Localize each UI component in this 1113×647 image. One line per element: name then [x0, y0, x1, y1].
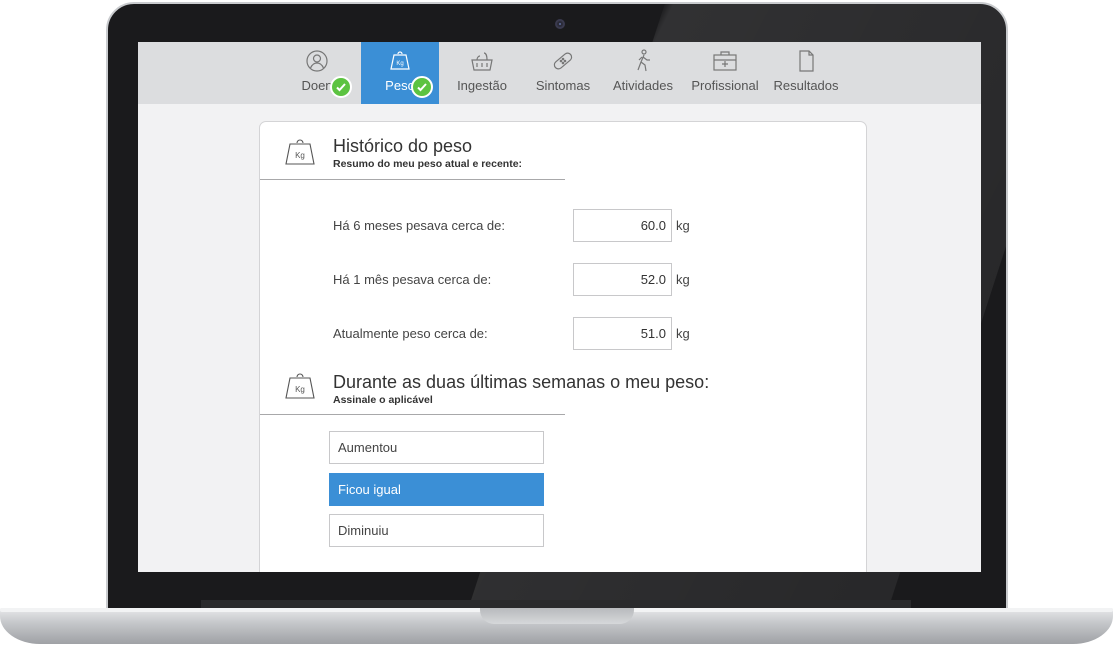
bandage-icon [553, 52, 573, 70]
option-aumentou[interactable]: Aumentou [329, 431, 544, 464]
svg-text:Kg: Kg [295, 385, 305, 394]
tab-resultados[interactable]: Resultados [772, 42, 840, 104]
tab-label: Doen [301, 78, 333, 93]
webcam [555, 19, 565, 29]
laptop-hinge [201, 600, 911, 608]
weight-1-month-label: Há 1 mês pesava cerca de: [333, 272, 492, 287]
tab-label: Atividades [613, 78, 673, 93]
tab-label: Sintomas [535, 78, 591, 93]
tab-profissional[interactable]: Profissional [689, 42, 761, 104]
weight-current-input[interactable]: 51.0 [573, 317, 672, 350]
weight-icon: Kg [285, 139, 315, 165]
section-subtitle: Resumo do meu peso atual e recente: [333, 158, 523, 170]
walking-icon [637, 49, 650, 72]
unit-label: kg [676, 272, 690, 287]
option-ficou-igual[interactable]: Ficou igual [329, 473, 544, 506]
svg-text:Kg: Kg [396, 61, 403, 67]
weight-6-months-input[interactable]: 60.0 [573, 209, 672, 242]
section-title: Histórico do peso [333, 136, 473, 156]
tab-label: Profissional [691, 78, 759, 93]
medical-kit-icon [713, 51, 737, 71]
weight-6-months-label: Há 6 meses pesava cerca de: [333, 218, 505, 233]
weight-1-month-input[interactable]: 52.0 [573, 263, 672, 296]
tab-ingestao[interactable]: Ingestão [451, 42, 513, 104]
tab-atividades[interactable]: Atividades [611, 42, 675, 104]
app-screen: Doen Kg Peso Ingestão Sintomas Atividade… [138, 42, 981, 572]
tab-label: Resultados [773, 78, 839, 93]
svg-text:Kg: Kg [295, 151, 305, 160]
tab-sintomas[interactable]: Sintomas [530, 42, 596, 104]
unit-label: kg [676, 218, 690, 233]
document-icon [799, 50, 814, 72]
history-section-header: Kg Histórico do peso Resumo do meu peso … [260, 122, 565, 180]
trend-section-header: Kg Durante as duas últimas semanas o meu… [260, 360, 709, 415]
completed-check-icon [411, 76, 433, 98]
unit-label: kg [676, 326, 690, 341]
user-icon [306, 50, 328, 72]
weight-icon: Kg [390, 51, 410, 70]
option-diminuiu[interactable]: Diminuiu [329, 514, 544, 547]
tab-label: Ingestão [457, 78, 507, 93]
weight-current-label: Atualmente peso cerca de: [333, 326, 488, 341]
section-subtitle: Assinale o aplicável [333, 394, 433, 406]
basket-icon [471, 52, 493, 71]
completed-check-icon [330, 76, 352, 98]
section-title: Durante as duas últimas semanas o meu pe… [333, 372, 710, 392]
weight-form-card: Kg Histórico do peso Resumo do meu peso … [259, 121, 867, 572]
step-navigation: Doen Kg Peso Ingestão Sintomas Atividade… [138, 42, 981, 104]
laptop-notch [480, 608, 634, 624]
weight-icon: Kg [285, 373, 315, 399]
